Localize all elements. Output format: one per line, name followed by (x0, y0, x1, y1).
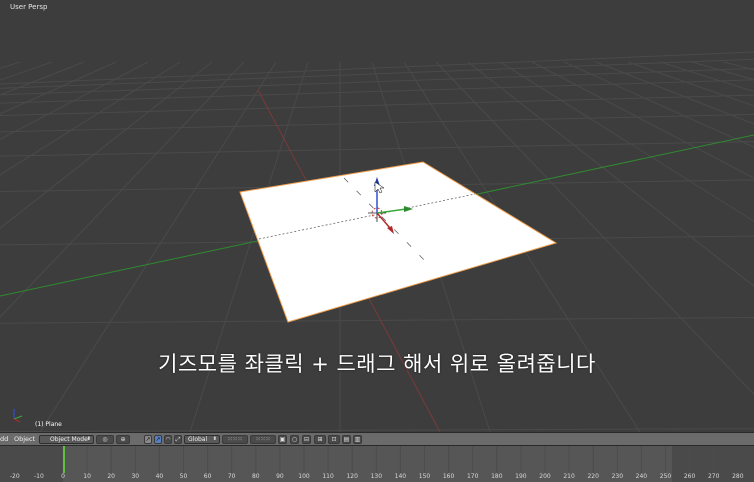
timeline-tick-label: 170 (466, 473, 479, 480)
timeline-tick-label: 100 (298, 473, 310, 480)
timeline-tick-label: 130 (370, 473, 383, 480)
snap-toggle-icon[interactable]: ⊟ (302, 435, 311, 444)
timeline-tick-label: 140 (394, 473, 407, 480)
timeline-tick-label: 260 (683, 473, 696, 480)
timeline-editor[interactable]: -20 -10 0 10 20 30 40 50 60 70 80 90 100 110 120 130 140… (0, 446, 754, 482)
grid-line (0, 68, 754, 96)
timeline-tick-label: 110 (322, 473, 334, 480)
grid-line (0, 141, 754, 157)
timeline-tick-label: 0 (61, 473, 65, 480)
chevron-updown-icon: ⬍ (86, 436, 91, 442)
proportional-edit-icon[interactable]: ○ (290, 435, 299, 444)
timeline-tick-label: 250 (659, 473, 672, 480)
tutorial-subtitle: 기즈모를 좌클릭 + 드래그 해서 위로 올려줍니다 (158, 352, 596, 376)
snap-element-icon[interactable]: ⊞ (314, 435, 326, 444)
timeline-tick-label: 160 (442, 473, 455, 480)
pivot-point-button[interactable]: ⊕ (116, 435, 130, 444)
mode-select[interactable]: Object Mode ⬍ (39, 435, 94, 444)
timeline-tick-label: -10 (33, 473, 44, 480)
render-animation-icon[interactable]: ▥ (353, 435, 362, 444)
timeline-tick-label: 230 (611, 473, 624, 480)
timeline-tick-label: 60 (203, 473, 212, 480)
grid-line (0, 113, 754, 133)
chevron-updown-icon: ⬍ (212, 436, 217, 442)
timeline-tick-label: 120 (346, 473, 358, 480)
scale-manipulator-button[interactable]: ⤢ (174, 435, 182, 444)
manipulator-toggle-button[interactable]: ↗ (144, 435, 152, 444)
mode-select-label: Object Mode (50, 436, 88, 443)
timeline-tick-label: 10 (83, 473, 91, 480)
timeline-tick-label: 20 (107, 473, 116, 480)
timeline-tick-label: 180 (491, 473, 503, 480)
orientation-select[interactable]: Global ⬍ (184, 435, 220, 444)
timeline-tick-label: 190 (515, 473, 527, 480)
object-menu[interactable]: Object (14, 434, 35, 445)
rotate-manipulator-button[interactable]: ◠ (164, 435, 172, 444)
timeline-tick-label: 50 (179, 473, 188, 480)
timeline-tick-label: 30 (131, 473, 140, 480)
timeline-tick-label: 240 (635, 473, 648, 480)
viewport-header-toolbar: dd Object Object Mode ⬍ ◎ ⊕ ↗ ↗ ◠ ⤢ Glob… (0, 432, 754, 446)
grid-line (0, 79, 754, 104)
plane-object[interactable] (239, 161, 558, 323)
orientation-select-label: Global (188, 436, 208, 443)
timeline-tick-label: 70 (227, 473, 236, 480)
translate-manipulator-button[interactable]: ↗ (154, 435, 162, 444)
add-menu[interactable]: dd (0, 434, 8, 445)
timeline-tick-label: -20 (9, 473, 20, 480)
timeline-tick-label: 80 (251, 473, 260, 480)
timeline-tick-label: 200 (539, 473, 551, 480)
layer-buttons-group-1[interactable]: ⁙⁙⁙ (222, 435, 248, 444)
axis-indicator (13, 409, 23, 423)
timeline-tick-label: 90 (276, 473, 284, 480)
viewport-view-label: User Persp (10, 3, 48, 11)
snap-target-icon[interactable]: ⊡ (328, 435, 340, 444)
lock-layers-icon[interactable]: ▣ (278, 435, 287, 444)
timeline-tick-label: 280 (732, 473, 744, 480)
render-image-icon[interactable]: ▤ (342, 435, 351, 444)
timeline-tick-label: 270 (707, 473, 720, 480)
timeline-tick-label: 210 (563, 473, 575, 480)
layer-buttons-group-2[interactable]: ⁙⁙⁙ (250, 435, 276, 444)
timeline-tick-label: 220 (587, 473, 599, 480)
timeline-tick-label: 150 (418, 473, 431, 480)
active-object-label: (1) Plane (35, 421, 62, 428)
shading-mode-button[interactable]: ◎ (96, 435, 114, 444)
grid-line (0, 94, 754, 116)
timeline-tick-label: 40 (155, 473, 164, 480)
3d-viewport[interactable]: User Persp (1) Plane 기즈모를 좌클릭 + 드래그 해서 위… (0, 0, 754, 432)
grid-line (0, 316, 754, 324)
